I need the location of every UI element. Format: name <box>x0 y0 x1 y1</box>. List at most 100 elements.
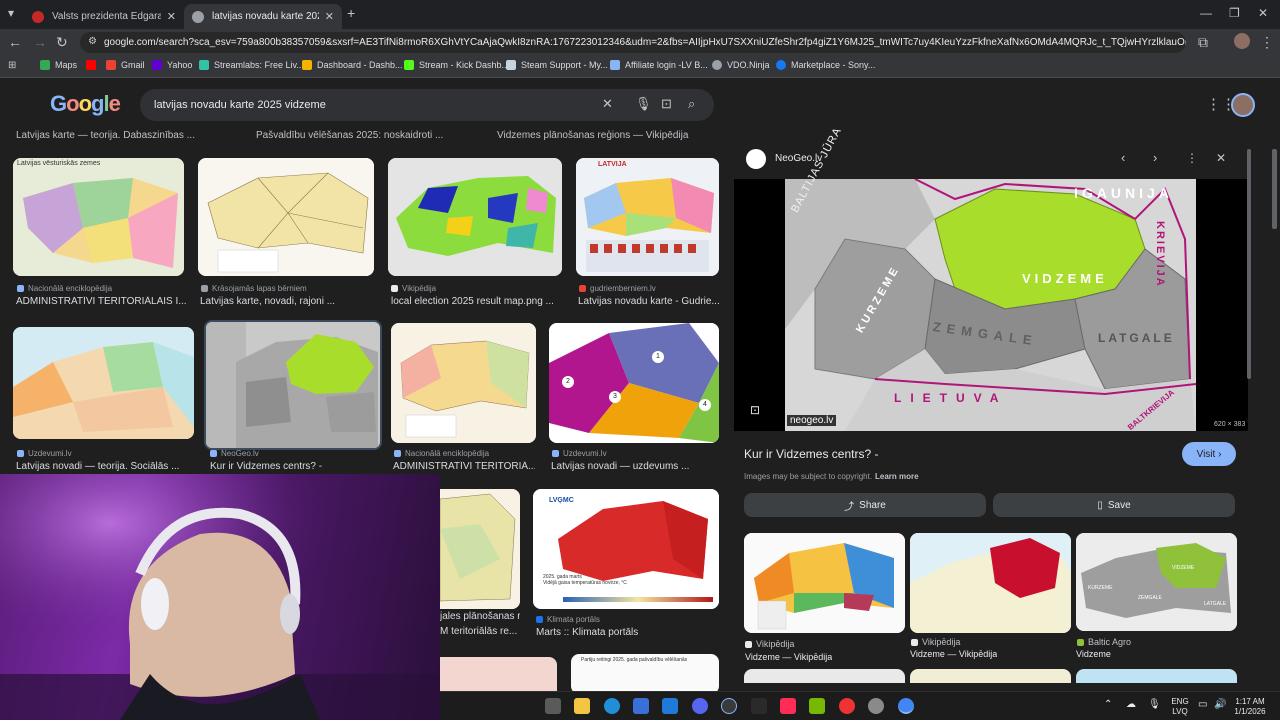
edge-icon[interactable] <box>604 698 620 714</box>
address-bar[interactable]: ⚙ google.com/search?sca_esv=759a800b3835… <box>80 32 1186 53</box>
settings-icon[interactable] <box>868 698 884 714</box>
maximize-icon[interactable]: ❐ <box>1229 6 1240 20</box>
share-button[interactable]: ⤴ Share <box>744 493 986 517</box>
apps-grid-icon[interactable]: ⊞ <box>8 60 16 71</box>
network-icon[interactable]: ▭ <box>1198 700 1207 710</box>
previous-image-icon[interactable]: ‹ <box>1121 150 1125 165</box>
profile-avatar[interactable] <box>1234 33 1250 49</box>
result-caption[interactable]: Pašvaldību vēlēšanas 2025: noskaidroti .… <box>256 130 443 141</box>
related-image[interactable] <box>1076 669 1237 683</box>
preview-image-frame[interactable]: BALTIJAS JŪRA IGAUNIJA KRIEVIJA VIDZEME … <box>734 125 1248 432</box>
outlook-icon[interactable] <box>662 698 678 714</box>
tiktok-icon[interactable] <box>780 698 796 714</box>
mic-icon[interactable]: 🎙 <box>1148 700 1161 710</box>
bookmark-youtube[interactable] <box>86 60 101 70</box>
result-image[interactable] <box>440 489 520 609</box>
menu-icon[interactable]: ⋮ <box>1260 34 1274 51</box>
chrome-icon[interactable] <box>898 698 914 714</box>
clear-search-icon[interactable]: ✕ <box>602 96 613 112</box>
lens-search-icon[interactable]: ⊡ <box>661 96 672 112</box>
result-title[interactable]: ADMINISTRATĪVI TERITORIĀ... <box>393 461 535 472</box>
task-view-icon[interactable] <box>545 698 561 714</box>
bookmark-vdoninja[interactable]: VDO.Ninja <box>712 60 770 70</box>
result-title[interactable]: Marts :: Klimata portāls <box>536 627 716 638</box>
next-image-icon[interactable]: › <box>1153 150 1157 165</box>
result-title[interactable]: Latvijas novadu karte - Gudrie... <box>578 296 719 307</box>
related-title[interactable]: Vidzeme — Vikipēdija <box>910 649 997 659</box>
result-caption[interactable]: Vidzemes plānošanas reģions — Vikipēdija <box>497 130 688 141</box>
voice-search-icon[interactable]: 🎙 <box>635 96 652 112</box>
result-image[interactable] <box>198 158 374 276</box>
extensions-icon[interactable]: ⧉ <box>1198 34 1208 51</box>
visit-button[interactable]: Visit › <box>1182 442 1236 466</box>
tab-search[interactable]: latvijas novadu karte 2025 vidz... ✕ <box>184 4 342 29</box>
tray-overflow-icon[interactable]: ⌃ <box>1104 700 1112 710</box>
result-title[interactable]: Latvijas novadi — uzdevums ... <box>551 461 719 472</box>
more-options-icon[interactable]: ⋮ <box>1186 151 1198 165</box>
new-tab-button[interactable]: + <box>347 5 355 21</box>
bookmark-gmail[interactable]: Gmail <box>106 60 145 70</box>
bookmark-yahoo[interactable]: Yahoo <box>152 60 192 70</box>
related-title[interactable]: Vidzeme — Vikipēdija <box>745 652 832 662</box>
result-title[interactable]: Latvijas karte, novadi, rajoni ... <box>200 296 375 307</box>
cloud-icon[interactable]: ☁ <box>1126 700 1136 710</box>
bookmark-maps[interactable]: Maps <box>40 60 77 70</box>
result-image[interactable]: Partiju reitingi 2025. gada pašvaldību v… <box>571 654 719 691</box>
result-title[interactable]: Kur ir Vidzemes centrs? - <box>210 461 380 472</box>
media-player-icon[interactable] <box>721 698 737 714</box>
related-image[interactable] <box>744 533 905 633</box>
minimize-icon[interactable]: — <box>1200 6 1212 20</box>
bookmark-kick[interactable]: Stream - Kick Dashb... <box>404 60 509 70</box>
reload-icon[interactable]: ↻ <box>56 34 68 51</box>
panel-scrollbar[interactable] <box>1247 149 1251 379</box>
result-image[interactable]: LATVIJA <box>576 158 719 276</box>
discord-icon[interactable] <box>692 698 708 714</box>
search-icon[interactable]: ⌕ <box>688 96 695 112</box>
epic-games-icon[interactable] <box>751 698 767 714</box>
page-scrollbar[interactable] <box>1272 149 1277 229</box>
bookmark-affiliate[interactable]: Affiliate login -LV B... <box>610 60 708 70</box>
save-button[interactable]: ▯ Save <box>993 493 1235 517</box>
lens-icon[interactable]: ⊡ <box>750 403 760 417</box>
clock[interactable]: 1:17 AM 1/1/2026 <box>1230 697 1270 717</box>
result-image[interactable] <box>388 158 562 276</box>
related-image[interactable] <box>744 669 905 683</box>
close-tab-icon[interactable]: ✕ <box>167 10 176 23</box>
panel-title[interactable]: Kur ir Vidzemes centrs? - <box>744 447 879 461</box>
result-title[interactable]: local election 2025 result map.png ... <box>391 296 563 307</box>
related-image[interactable] <box>910 669 1071 683</box>
result-image[interactable]: 1 2 3 4 <box>549 323 719 443</box>
bookmark-steam[interactable]: Steam Support - My... <box>506 60 608 70</box>
account-avatar[interactable] <box>1231 93 1255 117</box>
bookmark-marketplace[interactable]: Marketplace - Sony... <box>776 60 875 70</box>
search-input[interactable]: latvijas novadu karte 2025 vidzeme <box>140 89 714 121</box>
related-image[interactable]: VIDZEME KURZEME ZEMGALE LATGALE <box>1076 533 1237 631</box>
site-info-icon[interactable]: ⚙ <box>88 36 97 47</box>
bookmark-streamlabs[interactable]: Streamlabs: Free Liv... <box>199 60 304 70</box>
bookmark-dashboard[interactable]: Dashboard - Dashb... <box>302 60 403 70</box>
app-icon[interactable] <box>839 698 855 714</box>
close-window-icon[interactable]: ✕ <box>1258 6 1268 20</box>
learn-more-link[interactable]: Learn more <box>875 472 919 481</box>
result-image[interactable] <box>440 657 557 691</box>
volume-icon[interactable]: 🔊 <box>1214 700 1226 710</box>
result-title[interactable]: ADMINISTRATĪVI TERITORIĀLAIS I... <box>16 296 186 307</box>
file-explorer-icon[interactable] <box>574 698 590 714</box>
forward-icon[interactable]: → <box>33 34 47 50</box>
language-indicator[interactable]: ENG LVQ <box>1168 697 1192 717</box>
tab-search-icon[interactable]: ▾ <box>8 6 14 20</box>
result-title[interactable]: jales plānošanas r... <box>440 611 520 622</box>
back-icon[interactable]: ← <box>8 34 22 50</box>
result-image-selected[interactable] <box>204 320 382 450</box>
close-tab-icon[interactable]: ✕ <box>325 10 334 23</box>
related-title[interactable]: Vidzeme <box>1076 649 1111 659</box>
result-title[interactable]: Latvijas novadi — teorija. Sociālās ... <box>16 461 194 472</box>
store-icon[interactable] <box>633 698 649 714</box>
tab-president[interactable]: Valsts prezidenta Edgara Rinkē... ✕ <box>24 4 184 29</box>
result-image[interactable] <box>13 327 194 439</box>
result-image[interactable]: LVĢMC 2025. gada marts Vidējā gaisa temp… <box>533 489 719 609</box>
result-image[interactable] <box>391 323 536 443</box>
close-panel-icon[interactable]: ✕ <box>1216 151 1226 165</box>
nvidia-icon[interactable] <box>809 698 825 714</box>
result-image[interactable]: Latvijas vēsturiskās zemes <box>13 158 184 276</box>
